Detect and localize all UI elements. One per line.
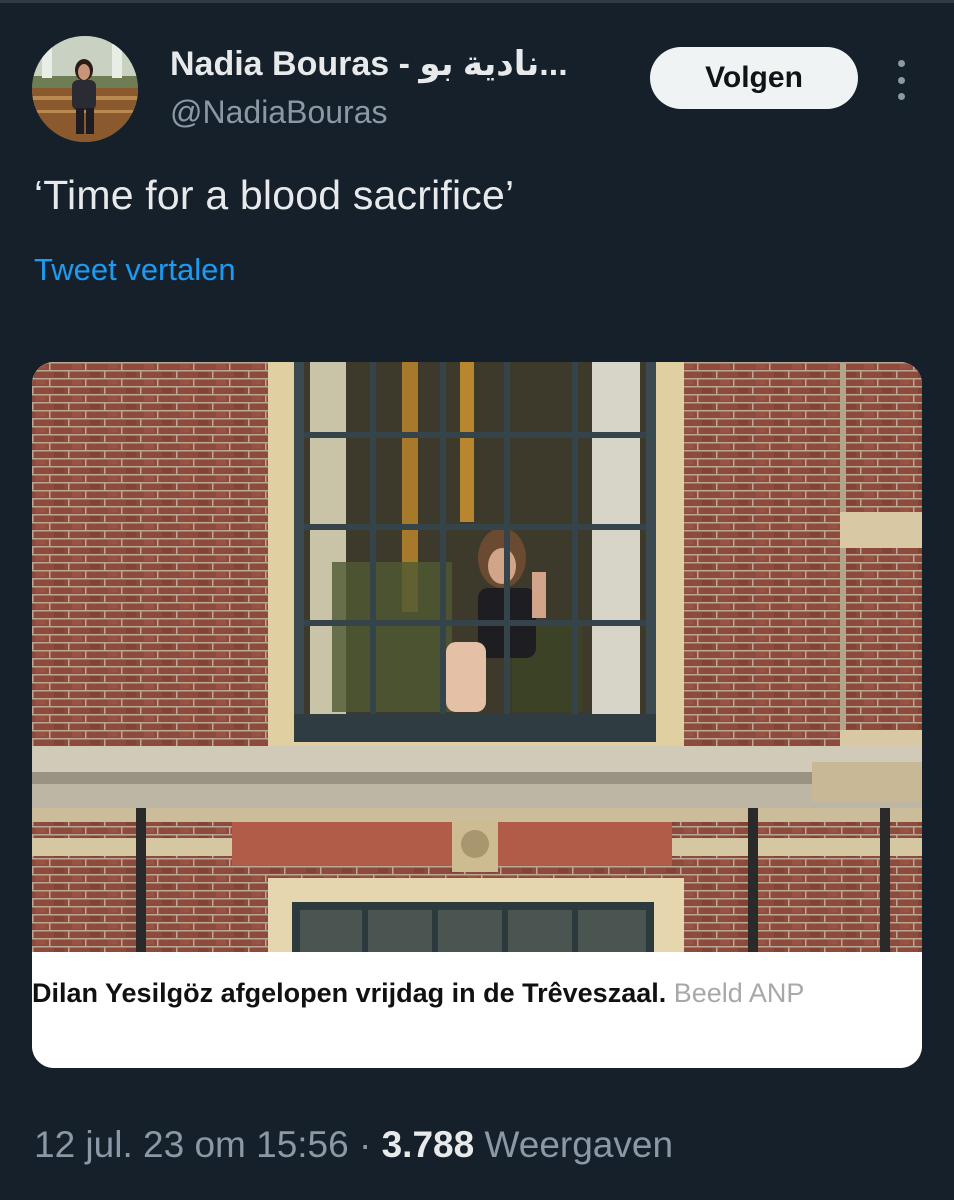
view-count: 3.788 [381, 1124, 475, 1165]
follow-button[interactable]: Volgen [650, 47, 858, 109]
meta-separator: · [359, 1124, 372, 1165]
photo-credit: Beeld ANP [673, 978, 805, 1008]
view-label: Weergaven [484, 1124, 674, 1165]
caption-text: Dilan Yesilgöz afgelopen vrijdag in de T… [32, 978, 667, 1008]
photo-caption: Dilan Yesilgöz afgelopen vrijdag in de T… [32, 952, 922, 1068]
article-photo [32, 362, 922, 952]
top-divider [0, 0, 954, 3]
timestamp[interactable]: 12 jul. 23 om 15:56 [34, 1124, 349, 1165]
more-vertical-icon[interactable] [888, 60, 914, 100]
author-name[interactable]: Nadia Bouras - نادية بو... [170, 44, 568, 84]
avatar[interactable] [32, 36, 138, 142]
link-card[interactable]: Dilan Yesilgöz afgelopen vrijdag in de T… [32, 362, 922, 1068]
translate-tweet-link[interactable]: Tweet vertalen [34, 252, 236, 288]
tweet-meta: 12 jul. 23 om 15:56 · 3.788 Weergaven [34, 1124, 673, 1166]
tweet-text: ‘Time for a blood sacrifice’ [34, 172, 515, 218]
author-handle[interactable]: @NadiaBouras [170, 94, 387, 131]
